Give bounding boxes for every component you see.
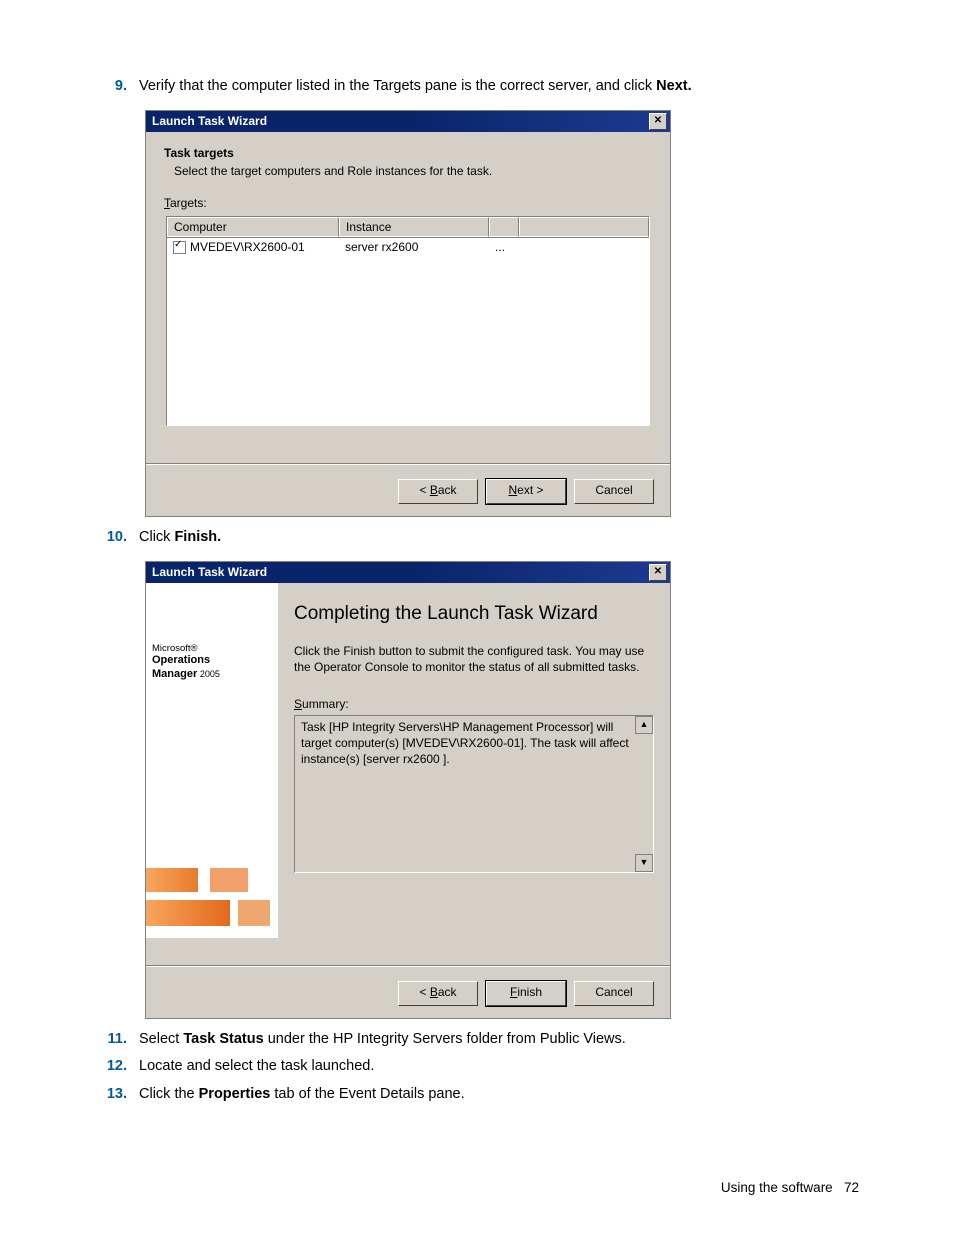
back-button[interactable]: < Back	[398, 479, 478, 504]
col-blank2	[519, 217, 649, 237]
cancel-button[interactable]: Cancel	[574, 981, 654, 1006]
dialog-subheader: Select the target computers and Role ins…	[174, 164, 656, 178]
close-icon[interactable]: ✕	[649, 564, 667, 581]
scroll-down-icon[interactable]: ▼	[635, 854, 653, 872]
page-footer: Using the software 72	[721, 1180, 859, 1195]
step-text-9: Verify that the computer listed in the T…	[139, 76, 859, 98]
step-number-12: 12.	[95, 1056, 139, 1078]
dialog-task-targets: Launch Task Wizard ✕ Task targets Select…	[145, 110, 671, 517]
next-button[interactable]: Next >	[486, 479, 566, 504]
dialog-completing-wizard: Launch Task Wizard ✕ Microsoft® Operatio…	[145, 561, 671, 1019]
wizard-side-panel: Microsoft® Operations Manager 2005	[146, 583, 278, 938]
completing-heading: Completing the Launch Task Wizard	[294, 603, 654, 625]
finish-button[interactable]: Finish	[486, 981, 566, 1006]
step-text-11: Select Task Status under the HP Integrit…	[139, 1029, 859, 1051]
step-text-13: Click the Properties tab of the Event De…	[139, 1084, 859, 1106]
table-row[interactable]: MVEDEV\RX2600-01 server rx2600 ...	[167, 238, 649, 256]
dialog-title: Launch Task Wizard	[152, 114, 267, 128]
grid-header-row: Computer Instance	[167, 217, 649, 238]
dialog-button-row: < Back Next > Cancel	[146, 464, 670, 516]
step-text-10: Click Finish.	[139, 527, 859, 549]
dialog-titlebar: Launch Task Wizard ✕	[146, 111, 670, 132]
dialog-button-row-2: < Back Finish Cancel	[146, 966, 670, 1018]
summary-label: Summary:	[294, 697, 654, 711]
targets-grid[interactable]: Computer Instance MVEDEV\RX2600-01 serve…	[166, 216, 650, 426]
scroll-up-icon[interactable]: ▲	[635, 716, 653, 734]
col-instance[interactable]: Instance	[339, 217, 489, 237]
dialog-titlebar-2: Launch Task Wizard ✕	[146, 562, 670, 583]
summary-textbox[interactable]: Task [HP Integrity Servers\HP Management…	[294, 715, 654, 873]
back-button[interactable]: < Back	[398, 981, 478, 1006]
close-icon[interactable]: ✕	[649, 113, 667, 130]
col-blank1	[489, 217, 519, 237]
dialog-header: Task targets	[164, 146, 656, 160]
step-number-9: 9.	[95, 76, 139, 98]
step-number-10: 10.	[95, 527, 139, 549]
targets-label: Targets:	[164, 196, 656, 210]
col-computer[interactable]: Computer	[167, 217, 339, 237]
cancel-button[interactable]: Cancel	[574, 479, 654, 504]
dialog-title-2: Launch Task Wizard	[152, 565, 267, 579]
step-text-12: Locate and select the task launched.	[139, 1056, 859, 1078]
step-number-11: 11.	[95, 1029, 139, 1051]
row-checkbox[interactable]	[173, 241, 186, 254]
ms-logo-text: Microsoft® Operations Manager 2005	[152, 643, 272, 682]
finish-body-text: Click the Finish button to submit the co…	[294, 643, 654, 675]
step-number-13: 13.	[95, 1084, 139, 1106]
decorative-art	[146, 853, 278, 938]
